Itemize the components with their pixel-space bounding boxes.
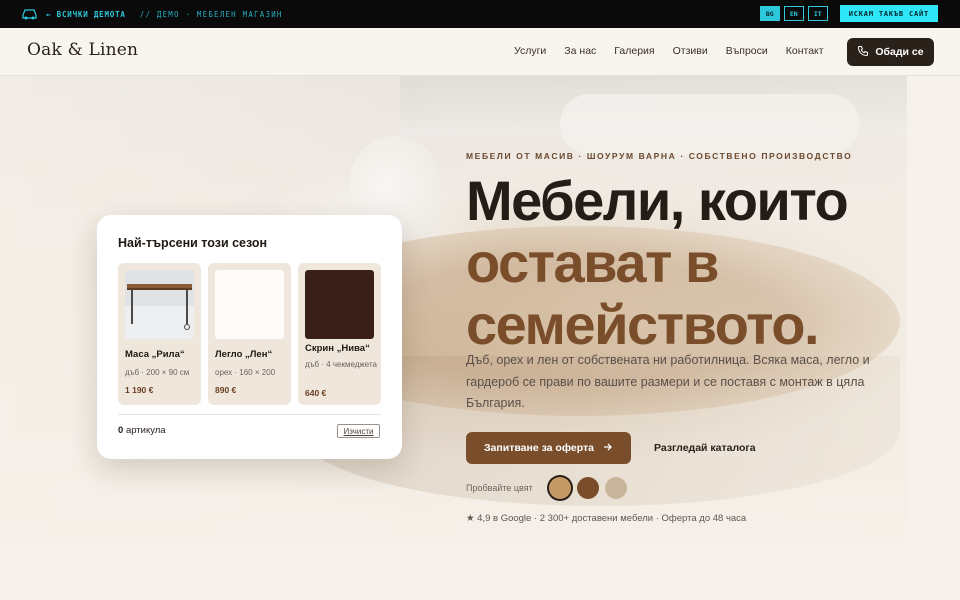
hero-title: Мебели, които остават в семейството. xyxy=(466,169,849,356)
hero-trust-line: ★ 4,9 в Google · 2 300+ доставени мебели… xyxy=(466,513,747,524)
hero-lead: Дъб, орех и лен от собствената ни работи… xyxy=(466,353,870,410)
hero-title-line-3: семейството. xyxy=(466,293,820,356)
product-image-dresser xyxy=(305,270,374,339)
demo-bar: ← ВСИЧКИ ДЕМОТА // ДЕМО · МЕБЕЛЕН МАГАЗИ… xyxy=(0,0,960,28)
product-spec: дъб · 4 чекмеджета xyxy=(305,360,377,369)
car-icon xyxy=(20,8,38,20)
nav-item-about[interactable]: За нас xyxy=(564,45,596,57)
product-price: 1 190 € xyxy=(125,385,154,395)
color-swatch-linen[interactable] xyxy=(605,477,627,499)
cart-count: 0 артикула xyxy=(118,425,166,436)
call-button-label: Обади се xyxy=(875,46,924,58)
nav-item-faq[interactable]: Въпроси xyxy=(726,45,768,57)
request-quote-button[interactable]: Запитване за оферта xyxy=(466,432,631,464)
nav-item-services[interactable]: Услуги xyxy=(514,45,546,57)
product-name: Легло „Лен“ xyxy=(215,349,273,360)
lang-bg-button[interactable]: BG xyxy=(759,6,780,21)
request-quote-label: Запитване за оферта xyxy=(483,442,594,454)
lang-it-button[interactable]: IT xyxy=(807,6,828,21)
product-spec: орех · 160 × 200 xyxy=(215,368,276,377)
clear-button[interactable]: Изчисти xyxy=(337,424,380,438)
demo-breadcrumb: // ДЕМО · МЕБЕЛЕН МАГАЗИН xyxy=(139,9,283,19)
cart-count-label: артикула xyxy=(125,425,166,436)
color-swatch-walnut[interactable] xyxy=(577,477,599,499)
hero-title-line-2: остават в xyxy=(466,231,719,294)
popular-products-card: Най-търсени този сезон Маса „Рила“ дъб ·… xyxy=(97,215,402,459)
site-header: Oak & Linen Услуги За нас Галерия Отзиви… xyxy=(0,28,960,76)
brand-logo[interactable]: Oak & Linen xyxy=(27,40,138,60)
call-button[interactable]: Обади се xyxy=(847,38,934,66)
demo-bar-actions: BG EN IT ИСКАМ ТАКЪВ САЙТ xyxy=(759,5,938,22)
phone-icon xyxy=(857,45,869,60)
nav-item-contact[interactable]: Контакт xyxy=(786,45,824,57)
try-color-label: Пробвайте цвят xyxy=(466,483,533,493)
product-card[interactable]: Скрин „Нива“ дъб · 4 чекмеджета 640 € xyxy=(298,263,381,405)
cart-count-number: 0 xyxy=(118,425,124,436)
lang-en-button[interactable]: EN xyxy=(783,6,804,21)
product-image-bed xyxy=(215,270,284,339)
product-card[interactable]: Легло „Лен“ орех · 160 × 200 890 € xyxy=(208,263,291,405)
product-name: Маса „Рила“ xyxy=(125,349,185,360)
all-demos-link[interactable]: ← ВСИЧКИ ДЕМОТА xyxy=(46,10,126,19)
product-name: Скрин „Нива“ xyxy=(305,343,370,354)
product-spec: дъб · 200 × 90 см xyxy=(125,368,190,377)
product-price: 640 € xyxy=(305,388,327,398)
hero-title-line-1: Мебели, които xyxy=(466,169,849,232)
browse-catalog-button[interactable]: Разгледай каталога xyxy=(654,432,756,464)
main-nav: Услуги За нас Галерия Отзиви Въпроси Кон… xyxy=(514,45,842,57)
popular-title: Най-търсени този сезон xyxy=(118,236,268,250)
color-swatch-oak[interactable] xyxy=(549,477,571,499)
product-card[interactable]: Маса „Рила“ дъб · 200 × 90 см 1 190 € xyxy=(118,263,201,405)
card-divider xyxy=(118,414,381,415)
arrow-right-icon xyxy=(603,442,613,455)
nav-item-reviews[interactable]: Отзиви xyxy=(673,45,708,57)
want-site-button[interactable]: ИСКАМ ТАКЪВ САЙТ xyxy=(839,5,938,22)
product-image-table xyxy=(125,270,194,339)
product-price: 890 € xyxy=(215,385,237,395)
hero-eyebrow: МЕБЕЛИ ОТ МАСИВ · ШОУРУМ ВАРНА · СОБСТВЕ… xyxy=(466,151,853,161)
nav-item-gallery[interactable]: Галерия xyxy=(614,45,654,57)
